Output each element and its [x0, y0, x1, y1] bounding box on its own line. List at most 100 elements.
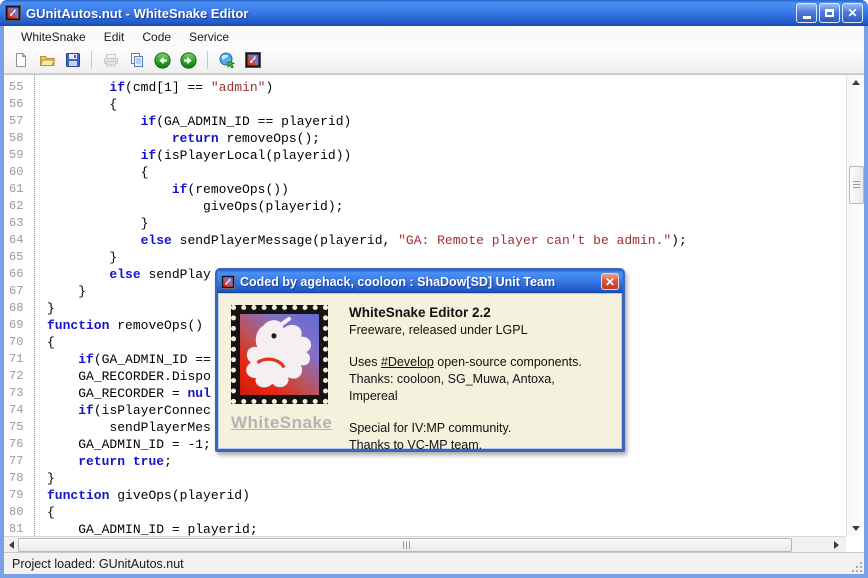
- line-number: 73: [9, 386, 24, 400]
- code-line: 55 if(cmd[1] == "admin"): [4, 80, 846, 97]
- line-number: 56: [9, 97, 24, 111]
- code-text: }: [47, 471, 55, 486]
- horizontal-scrollbar[interactable]: [4, 536, 846, 552]
- line-number: 78: [9, 471, 24, 485]
- arrow-left-icon: [9, 540, 14, 549]
- line-number: 75: [9, 420, 24, 434]
- maximize-button[interactable]: [819, 3, 840, 23]
- toolbar: [4, 47, 864, 74]
- line-number: 72: [9, 369, 24, 383]
- arrow-right-icon: [834, 540, 839, 549]
- scroll-up-button[interactable]: [847, 75, 864, 90]
- copy-button[interactable]: [128, 52, 145, 69]
- scrollbar-corner: [846, 536, 864, 552]
- code-text: sendPlayerMes: [109, 420, 211, 435]
- code-text: }: [47, 284, 87, 299]
- about-thanks-line2: Impereal: [349, 389, 398, 403]
- about-dialog: Coded by agehack, cooloon : ShaDow[SD] U…: [215, 268, 625, 452]
- menu-item-service[interactable]: Service: [180, 27, 238, 47]
- line-number: 80: [9, 505, 24, 519]
- code-text: if(isPlayerConnec: [78, 403, 211, 418]
- horizontal-scroll-thumb[interactable]: [18, 538, 792, 552]
- minimize-icon: [802, 16, 811, 19]
- line-number: 63: [9, 216, 24, 230]
- code-text: }: [47, 250, 118, 265]
- about-license: Freeware, released under LGPL: [349, 323, 528, 337]
- menu-item-edit[interactable]: Edit: [95, 27, 134, 47]
- back-button[interactable]: [154, 51, 171, 69]
- toolbar-separator: [207, 51, 208, 69]
- line-number: 68: [9, 301, 24, 315]
- about-uses-line: Uses #Develop open-source components.: [349, 354, 613, 371]
- code-line: 77 return true;: [4, 454, 846, 471]
- new-file-button[interactable]: [12, 52, 29, 69]
- about-button[interactable]: [244, 52, 261, 69]
- back-arrow-icon: [154, 51, 171, 69]
- line-number: 67: [9, 284, 24, 298]
- print-icon: [103, 54, 118, 67]
- vertical-scrollbar[interactable]: [846, 75, 864, 536]
- dragon-icon: [246, 316, 312, 388]
- develop-link[interactable]: #Develop: [381, 355, 434, 369]
- title-bar: GUnitAutos.nut - WhiteSnake Editor ✕: [0, 0, 868, 26]
- code-line: 80 {: [4, 505, 846, 522]
- code-line: 60 {: [4, 165, 846, 182]
- dialog-body: WhiteSnake WhiteSnake Editor 2.2 Freewar…: [218, 293, 622, 452]
- web-button[interactable]: [218, 52, 235, 69]
- code-line: 58 return removeOps();: [4, 131, 846, 148]
- code-text: GA_ADMIN_ID = playerid;: [78, 522, 258, 536]
- about-app-title: WhiteSnake Editor 2.2: [349, 305, 491, 320]
- save-floppy-icon: [65, 53, 80, 67]
- save-file-button[interactable]: [64, 52, 81, 69]
- scroll-down-button[interactable]: [847, 521, 864, 536]
- line-number: 77: [9, 454, 24, 468]
- code-text: }: [47, 216, 149, 231]
- desktop: { "window": { "title": "GUnitAutos.nut -…: [0, 0, 868, 578]
- line-number: 58: [9, 131, 24, 145]
- code-text: if(isPlayerLocal(playerid)): [140, 148, 352, 163]
- resize-grip[interactable]: [849, 559, 862, 572]
- code-text: if(GA_ADMIN_ID ==: [78, 352, 211, 367]
- print-button[interactable]: [102, 52, 119, 69]
- code-line: 61 if(removeOps()): [4, 182, 846, 199]
- status-text: Project loaded: GUnitAutos.nut: [12, 556, 184, 571]
- close-button[interactable]: ✕: [842, 3, 863, 23]
- line-number: 69: [9, 318, 24, 332]
- line-number: 81: [9, 522, 24, 536]
- minimize-button[interactable]: [796, 3, 817, 23]
- copy-icon: [130, 53, 143, 67]
- dialog-title: Coded by agehack, cooloon : ShaDow[SD] U…: [240, 274, 556, 289]
- code-line: 64 else sendPlayerMessage(playerid, "GA:…: [4, 233, 846, 250]
- code-text: function removeOps(): [47, 318, 204, 333]
- code-text: {: [47, 97, 118, 112]
- menu-item-code[interactable]: Code: [133, 27, 180, 47]
- code-text: GA_RECORDER.Dispo: [78, 369, 211, 384]
- code-line: 63 }: [4, 216, 846, 233]
- forward-button[interactable]: [180, 51, 197, 69]
- open-file-button[interactable]: [38, 52, 55, 69]
- window-title: GUnitAutos.nut - WhiteSnake Editor: [26, 5, 249, 21]
- line-number: 60: [9, 165, 24, 179]
- stamp-label: WhiteSnake: [231, 413, 333, 432]
- code-line: 79 function giveOps(playerid): [4, 488, 846, 505]
- uses-suffix: open-source components.: [433, 355, 582, 369]
- scroll-left-button[interactable]: [4, 537, 19, 552]
- vertical-scroll-thumb[interactable]: [849, 166, 864, 204]
- dialog-close-button[interactable]: ✕: [601, 273, 619, 290]
- arrow-down-icon: [852, 526, 860, 531]
- close-icon: ✕: [847, 6, 858, 20]
- menu-bar: WhiteSnake Edit Code Service: [4, 26, 864, 47]
- about-special-line1: Special for IV:MP community.: [349, 421, 512, 435]
- code-text: {: [47, 165, 149, 180]
- line-number: 76: [9, 437, 24, 451]
- scroll-right-button[interactable]: [829, 537, 844, 552]
- new-file-icon: [15, 52, 27, 67]
- globe-icon: [219, 52, 235, 68]
- dialog-stamp-icon: [221, 274, 235, 289]
- line-number: 66: [9, 267, 24, 281]
- line-number: 70: [9, 335, 24, 349]
- code-text: GA_ADMIN_ID = -1;: [78, 437, 211, 452]
- code-text: else sendPlayerMessage(playerid, "GA: Re…: [140, 233, 687, 248]
- menu-item-whitesnake[interactable]: WhiteSnake: [12, 27, 95, 47]
- code-text: }: [47, 301, 55, 316]
